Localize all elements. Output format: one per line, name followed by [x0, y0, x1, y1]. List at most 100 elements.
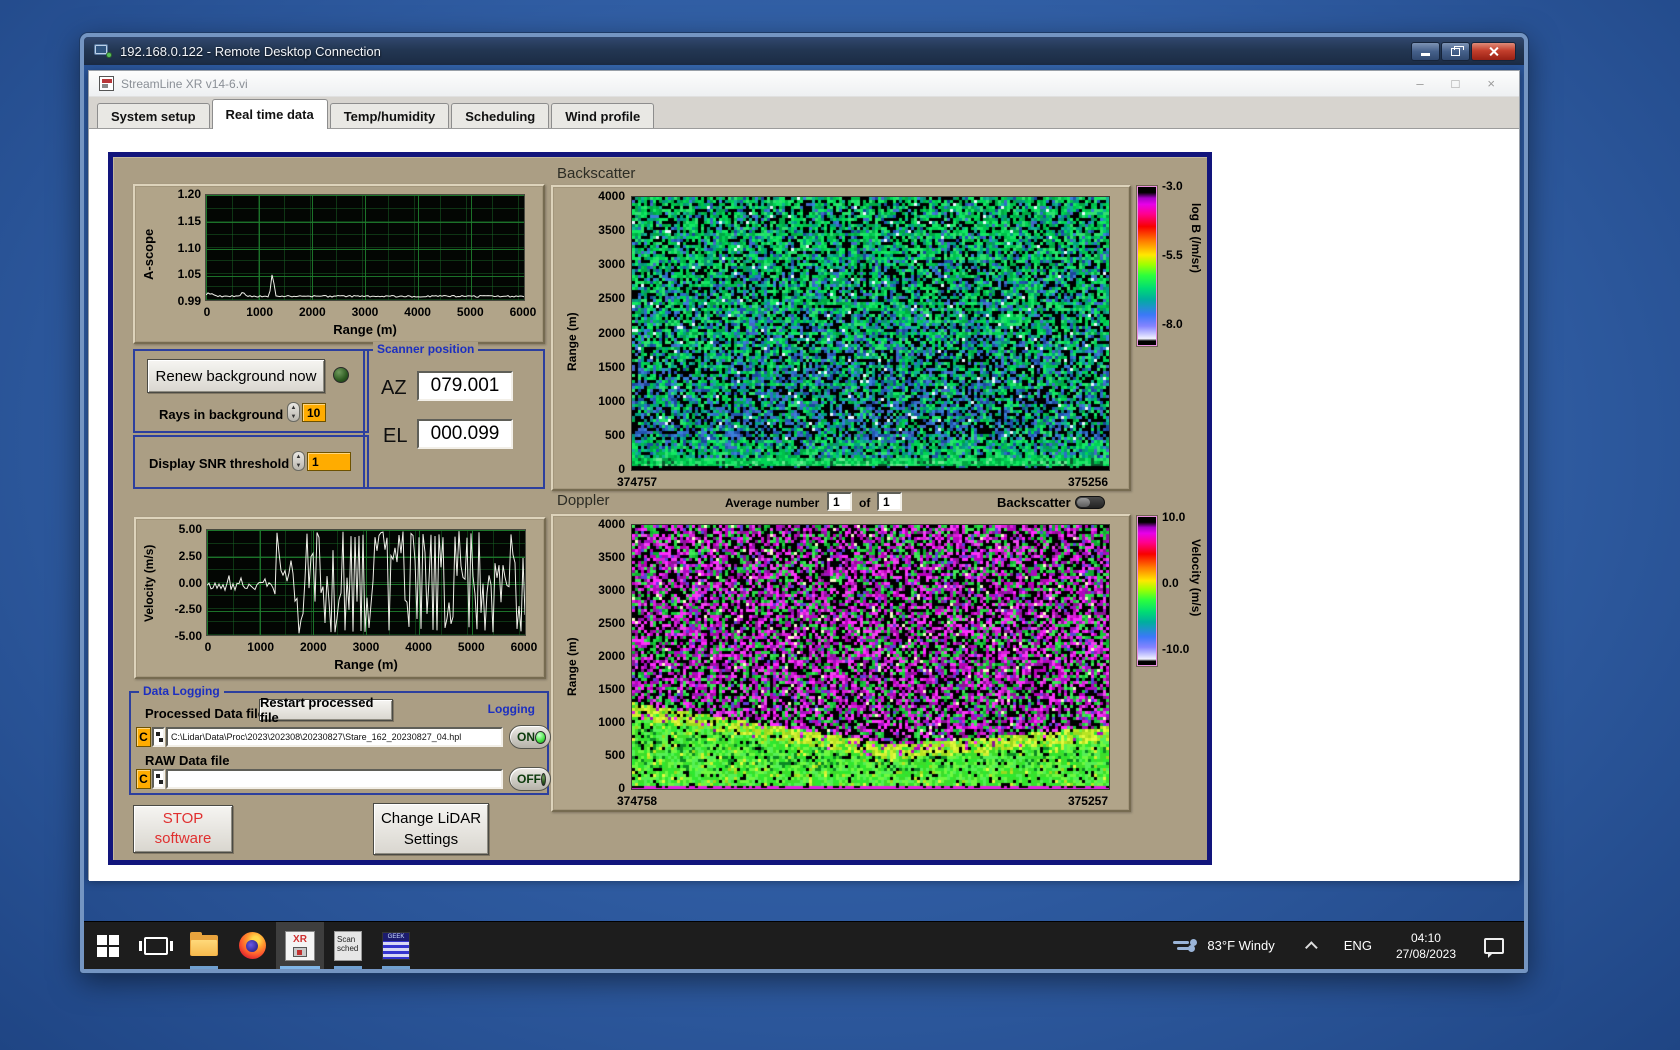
- scanner-position-box: Scanner position AZ 079.001 EL 000.099: [363, 342, 545, 489]
- rdp-window-title: 192.168.0.122 - Remote Desktop Connectio…: [120, 43, 381, 59]
- average-total-field[interactable]: 1: [877, 492, 902, 511]
- el-value-field: 000.099: [417, 419, 513, 449]
- ascope-trace: [206, 274, 524, 298]
- app-restore-button[interactable]: □: [1452, 76, 1460, 91]
- taskbar: XR Scan sched GEEK 83°F Windy ENG 04:10 …: [84, 921, 1524, 969]
- restore-icon: [1451, 45, 1464, 56]
- tab-real-time-data[interactable]: Real time data: [211, 99, 328, 129]
- real-time-data-page: A-scope 1.20 1.15 1.10 1.05 0.99 0 1000 2000 30…: [89, 129, 1519, 881]
- logging-label: Logging: [487, 702, 535, 716]
- clock-date: 27/08/2023: [1395, 946, 1456, 961]
- task-view-button[interactable]: [132, 922, 180, 969]
- labview-vi-icon: [99, 76, 114, 91]
- snr-value-field[interactable]: 1: [307, 452, 351, 471]
- ascope-graph-frame: A-scope 1.20 1.15 1.10 1.05 0.99 0 1000 2000 30…: [133, 184, 545, 344]
- backscatter-y-axis-label: Range (m): [565, 312, 579, 372]
- app-close-button[interactable]: ×: [1487, 76, 1495, 91]
- streamline-xr-button[interactable]: XR: [276, 922, 324, 969]
- doppler-colorbar-ticks: 10.0 0.0 -10.0: [1162, 510, 1190, 656]
- renew-background-led: [333, 367, 349, 383]
- ascope-x-ticks: 0 1000 2000 3000 4000 5000 6000: [203, 305, 537, 319]
- processed-browse-icon[interactable]: [152, 727, 165, 747]
- rdp-titlebar[interactable]: 192.168.0.122 - Remote Desktop Connectio…: [84, 37, 1524, 65]
- rdp-app-icon: [94, 44, 112, 58]
- processed-data-file-label: Processed Data file: [145, 706, 265, 721]
- backscatter-toggle-label: Backscatter: [997, 495, 1071, 510]
- raw-drive-box[interactable]: C: [136, 769, 151, 789]
- velocity-y-axis-label: Velocity (m/s): [142, 544, 156, 622]
- tab-temp-humidity[interactable]: Temp/humidity: [329, 103, 450, 128]
- average-number-field[interactable]: 1: [827, 492, 852, 511]
- velocity-trace: [207, 531, 525, 634]
- ascope-y-axis-label: A-scope: [141, 228, 156, 280]
- front-panel: A-scope 1.20 1.15 1.10 1.05 0.99 0 1000 2000 30…: [108, 152, 1212, 865]
- processed-logging-led: [535, 730, 546, 744]
- off-label: OFF: [517, 772, 541, 786]
- backscatter-heatmap: [631, 196, 1110, 471]
- el-label: EL: [383, 425, 408, 447]
- rays-in-background-label: Rays in background: [159, 407, 284, 422]
- file-explorer-icon: [190, 932, 218, 956]
- raw-browse-icon[interactable]: [152, 769, 165, 789]
- doppler-colorbar-label: Velocity (m/s): [1189, 539, 1203, 617]
- raw-path-field[interactable]: [166, 769, 503, 789]
- geek-app-button[interactable]: GEEK: [372, 922, 420, 969]
- raw-logging-off-button[interactable]: OFF: [509, 767, 551, 791]
- data-logging-box: Data Logging Processed Data file Restart…: [129, 684, 551, 795]
- app-window-title: StreamLine XR v14-6.vi: [121, 76, 248, 91]
- firefox-icon: [238, 932, 266, 959]
- app-minimize-button[interactable]: –: [1416, 76, 1423, 91]
- rays-spinner[interactable]: ▲ ▼: [287, 402, 300, 422]
- tab-scheduling[interactable]: Scheduling: [451, 103, 550, 128]
- velocity-x-axis-label: Range (m): [334, 657, 398, 672]
- restart-processed-file-button[interactable]: Restart processed file: [259, 695, 393, 725]
- weather-widget[interactable]: 83°F Windy: [1207, 938, 1274, 953]
- az-label: AZ: [381, 377, 407, 399]
- start-button[interactable]: [84, 922, 132, 969]
- doppler-y-axis-label: Range (m): [565, 637, 579, 697]
- snr-threshold-label: Display SNR threshold: [149, 456, 290, 471]
- action-center-icon[interactable]: [1484, 937, 1504, 958]
- ascope-y-ticks: 1.20 1.15 1.10 1.05 0.99: [177, 187, 201, 308]
- processed-logging-on-button[interactable]: ON: [509, 725, 551, 749]
- language-indicator[interactable]: ENG: [1344, 938, 1372, 953]
- rdp-restore-button[interactable]: [1441, 42, 1470, 61]
- change-lidar-settings-button[interactable]: Change LiDAR Settings: [373, 803, 489, 855]
- scan-scheduler-button[interactable]: Scan sched: [324, 922, 372, 969]
- doppler-colorbar: [1137, 516, 1157, 666]
- stop-software-button[interactable]: STOP software: [133, 805, 233, 853]
- firefox-button[interactable]: [228, 922, 276, 969]
- rdp-close-button[interactable]: [1471, 42, 1516, 61]
- rdp-window: 192.168.0.122 - Remote Desktop Connectio…: [80, 33, 1528, 973]
- backscatter-colorbar-label: log B (/m/sr): [1189, 203, 1203, 274]
- raw-data-file-label: RAW Data file: [145, 753, 230, 768]
- processed-path-field[interactable]: C:\Lidar\Data\Proc\2023\202308\20230827\…: [166, 727, 503, 747]
- app-titlebar[interactable]: StreamLine XR v14-6.vi – □ ×: [89, 71, 1519, 97]
- taskbar-clock[interactable]: 04:10 27/08/2023: [1396, 930, 1456, 962]
- of-label: of: [859, 496, 871, 510]
- geek-app-icon: GEEK: [382, 931, 410, 960]
- tray-overflow-chevron-icon[interactable]: [1304, 941, 1318, 954]
- tab-system-setup[interactable]: System setup: [97, 103, 210, 128]
- raw-logging-led: [541, 772, 546, 786]
- backscatter-graph-frame: Range (m) 4000 3500 3000 2500 2000 1500 1000 50…: [551, 185, 1131, 491]
- snr-spinner[interactable]: ▲ ▼: [292, 451, 305, 471]
- tab-bar: System setup Real time data Temp/humidit…: [89, 97, 1519, 129]
- ascope-x-axis-label: Range (m): [333, 322, 397, 337]
- renew-background-button[interactable]: Renew background now: [147, 359, 325, 393]
- file-explorer-button[interactable]: [180, 922, 228, 969]
- backscatter-colorbar-ticks: -3.0 -5.5 -8.0: [1162, 179, 1183, 331]
- streamline-app-window: StreamLine XR v14-6.vi – □ × System setu…: [88, 70, 1520, 881]
- remote-desktop-background: 192.168.0.122 - Remote Desktop Connectio…: [0, 0, 1680, 1050]
- velocity-y-ticks: 5.00 2.50 0.00 -2.50 -5.00: [174, 522, 202, 643]
- backscatter-y-ticks: 4000 3500 3000 2500 2000 1500 1000 500 0: [598, 189, 625, 476]
- backscatter-toggle[interactable]: [1075, 496, 1105, 509]
- remote-session-desktop: StreamLine XR v14-6.vi – □ × System setu…: [84, 65, 1524, 969]
- backscatter-title: Backscatter: [557, 165, 636, 182]
- rdp-minimize-button[interactable]: [1411, 42, 1440, 61]
- streamline-xr-icon: XR: [285, 930, 315, 961]
- processed-drive-box[interactable]: C: [136, 727, 151, 747]
- backscatter-colorbar: [1137, 186, 1157, 346]
- tab-wind-profile[interactable]: Wind profile: [551, 103, 655, 128]
- rays-value-field[interactable]: 10: [302, 403, 326, 422]
